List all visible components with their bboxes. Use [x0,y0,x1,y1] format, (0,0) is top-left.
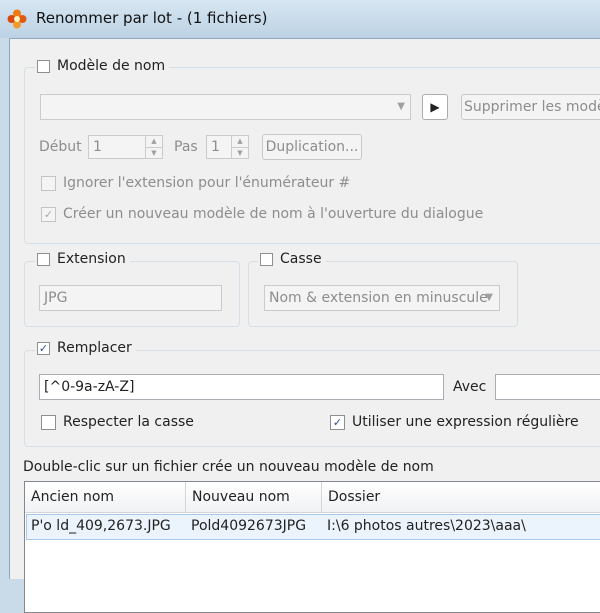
file-list[interactable]: Ancien nom Nouveau nom Dossier P'o ld_40… [24,481,600,613]
extension-checkbox[interactable] [37,252,50,266]
file-list-header: Ancien nom Nouveau nom Dossier [25,482,600,513]
window-title: Renommer par lot - (1 fichiers) [36,9,268,27]
chevron-down-icon: ▼ [485,292,493,303]
name-model-legend[interactable]: Modèle de nom [35,58,170,74]
start-input[interactable]: 1 [88,135,146,159]
with-label: Avec [453,379,487,395]
title-bar[interactable]: Renommer par lot - (1 fichiers) [0,0,600,38]
start-label: Début [39,139,82,155]
name-model-checkbox[interactable] [37,59,50,73]
ignore-extension-option[interactable]: Ignorer l'extension pour l'énumérateur # [41,175,350,191]
step-label: Pas [174,139,198,155]
case-checkbox[interactable] [260,252,273,266]
chevron-down-icon: ▼ [397,101,405,112]
old-name-cell: P'o ld_409,2673.JPG [31,518,171,534]
create-model-option[interactable]: ✓ Créer un nouveau modèle de nom à l'ouv… [41,206,483,222]
extension-legend[interactable]: Extension [35,251,130,267]
app-flower-icon [7,9,27,29]
step-spinner[interactable]: ▲ ▼ [231,135,249,159]
table-row[interactable]: P'o ld_409,2673.JPG Pold4092673JPG I:\6 … [26,514,600,540]
play-icon: ▶ [430,100,440,114]
column-header-folder[interactable]: Dossier [322,482,600,512]
new-name-cell: Pold4092673JPG [191,518,307,534]
replace-checkbox[interactable]: ✓ [37,341,50,355]
match-case-option[interactable]: Respecter la casse [41,414,194,430]
create-model-checkbox[interactable]: ✓ [41,206,56,222]
dialog-body: Modèle de nom ▼ ▶ Supprimer les modèle D… [9,38,600,613]
regex-checkbox[interactable]: ✓ [330,414,345,430]
column-header-new-name[interactable]: Nouveau nom [186,482,322,512]
column-header-old-name[interactable]: Ancien nom [25,482,186,512]
spin-down-icon[interactable]: ▼ [232,148,248,159]
match-case-checkbox[interactable] [41,414,56,430]
ignore-extension-checkbox[interactable] [41,175,56,191]
delete-models-button[interactable]: Supprimer les modèle [461,94,600,120]
replace-with-input[interactable] [495,374,600,400]
spin-down-icon[interactable]: ▼ [146,148,162,159]
spin-up-icon[interactable]: ▲ [146,136,162,148]
folder-cell: I:\6 photos autres\2023\aaa\ [327,518,526,534]
case-legend[interactable]: Casse [258,251,326,267]
regex-option[interactable]: ✓ Utiliser une expression régulière [330,414,579,430]
name-model-label: Modèle de nom [57,58,166,74]
start-spinner[interactable]: ▲ ▼ [145,135,163,159]
extension-input[interactable]: JPG [39,285,222,311]
spin-up-icon[interactable]: ▲ [232,136,248,148]
replace-legend[interactable]: ✓ Remplacer [35,340,136,356]
play-button[interactable]: ▶ [422,94,448,120]
hint-text: Double-clic sur un fichier crée un nouve… [23,459,434,475]
case-select[interactable]: Nom & extension en minuscule ▼ [264,285,500,311]
name-model-combo[interactable]: ▼ [40,94,411,120]
step-input[interactable]: 1 [206,135,232,159]
replace-pattern-input[interactable]: [^0-9a-zA-Z] [39,374,444,400]
duplicate-button[interactable]: Duplication... [262,134,362,160]
